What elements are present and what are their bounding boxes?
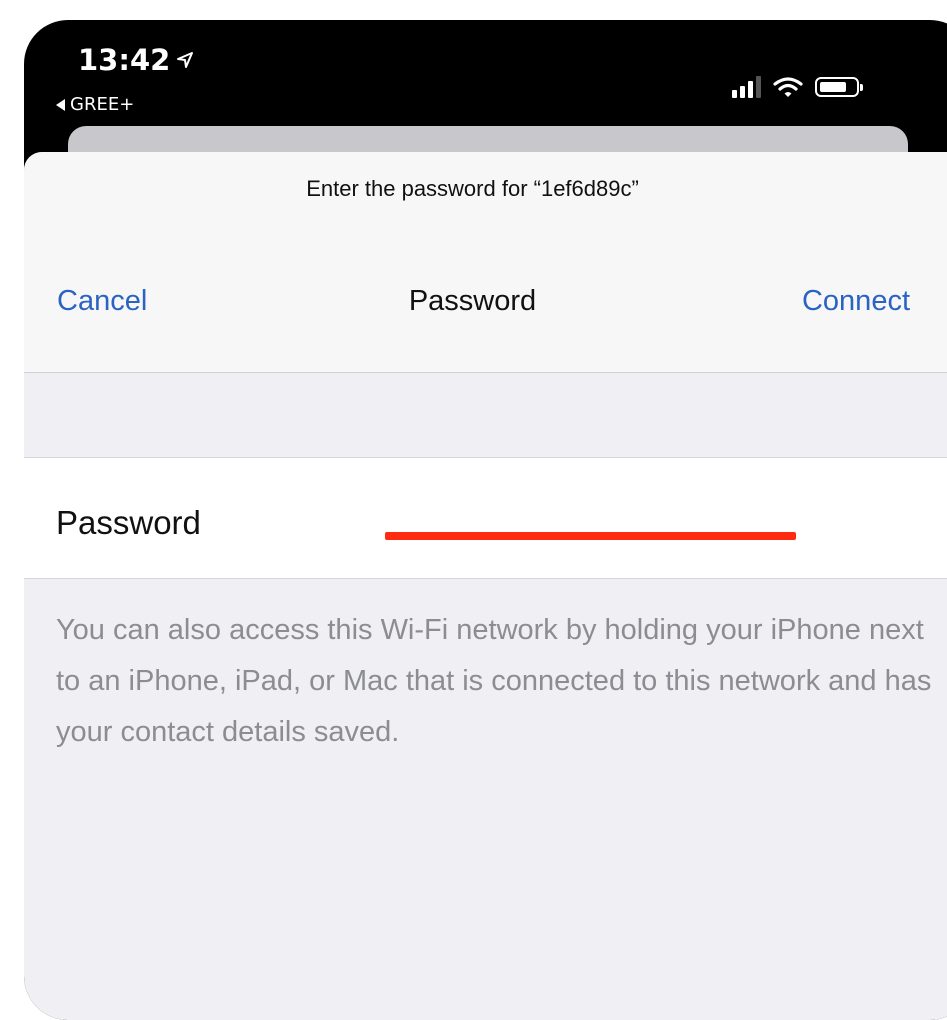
password-prompt: Enter the password for “1ef6d89c” — [306, 176, 639, 201]
wifi-icon — [773, 77, 803, 97]
status-indicators — [732, 76, 863, 98]
sheet-title: Password — [408, 285, 537, 317]
phone-screen: 13:42 GREE+ Enter the password for “1ef6… — [24, 20, 947, 1020]
header-divider — [24, 372, 947, 373]
password-field-label: Password — [56, 504, 201, 541]
password-redaction-mark[interactable] — [385, 532, 796, 540]
share-password-hint: You can also access this Wi-Fi network b… — [56, 614, 932, 748]
status-time-group: 13:42 — [78, 43, 194, 77]
back-to-app-link[interactable]: GREE+ — [56, 94, 134, 115]
location-arrow-icon — [177, 52, 194, 68]
sheet-header: Enter the password for “1ef6d89c” Cancel… — [24, 152, 947, 372]
status-time: 13:42 — [78, 43, 171, 77]
password-field-row[interactable]: Password — [24, 458, 947, 579]
back-app-label: GREE+ — [70, 94, 135, 115]
password-sheet: Enter the password for “1ef6d89c” Cancel… — [24, 152, 947, 1020]
battery-icon — [815, 77, 863, 97]
back-triangle-icon — [56, 98, 65, 111]
cellular-signal-icon — [732, 76, 761, 98]
connect-button[interactable]: Connect — [802, 285, 910, 318]
